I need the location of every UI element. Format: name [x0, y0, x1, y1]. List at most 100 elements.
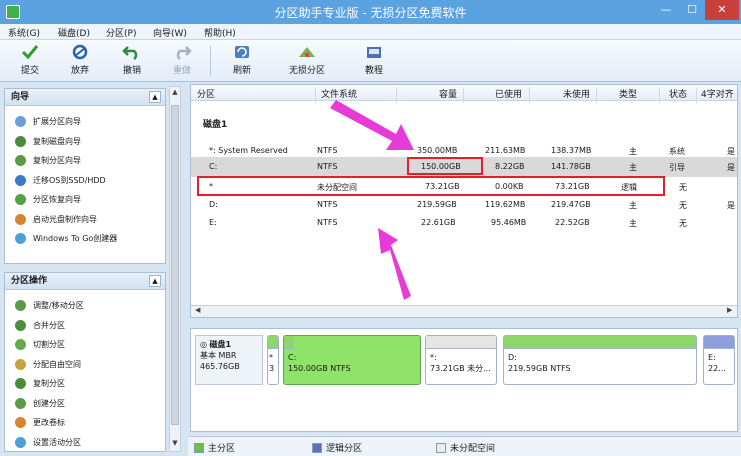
scrollbar-thumb[interactable]	[171, 105, 179, 425]
menu-system[interactable]: 系统(G)	[8, 26, 40, 39]
cell-filesystem: NTFS	[317, 200, 338, 209]
partition-block-e[interactable]: E: 22...	[703, 335, 735, 385]
wizard-panel-header[interactable]: 向导 ▲	[5, 89, 165, 106]
cell-alignment: 是	[727, 147, 735, 156]
window-title: 分区助手专业版 - 无损分区免费软件	[274, 6, 467, 20]
close-button[interactable]: ✕	[705, 0, 739, 20]
operations-panel-header[interactable]: 分区操作 ▲	[5, 273, 165, 290]
wizard-panel-title: 向导	[11, 92, 30, 102]
usage-bar	[504, 336, 696, 349]
col-divider	[463, 87, 464, 103]
menu-partition[interactable]: 分区(P)	[106, 26, 136, 39]
wizard-item-migrate-os[interactable]: 迁移OS到SSD/HDD	[5, 171, 165, 191]
tutorial-button[interactable]: 教程	[352, 43, 396, 79]
op-create-partition[interactable]: 创建分区	[5, 394, 165, 414]
wizard-item-copy-disk[interactable]: 复制磁盘向导	[5, 132, 165, 152]
col-type[interactable]: 类型	[619, 87, 637, 100]
menu-help[interactable]: 帮助(H)	[204, 26, 236, 39]
op-label: 调整/移动分区	[33, 301, 84, 311]
op-copy-partition[interactable]: 复制分区	[5, 374, 165, 394]
partition-icon	[299, 47, 315, 57]
cell-status: 系统	[669, 147, 685, 156]
wizard-item-copy-partition[interactable]: 复制分区向导	[5, 151, 165, 171]
col-filesystem[interactable]: 文件系统	[321, 87, 357, 100]
minimize-button[interactable]: —	[653, 0, 679, 20]
legend-swatch	[194, 442, 204, 453]
col-divider	[596, 87, 597, 103]
cell-capacity: 350.00MB	[417, 146, 458, 155]
cell-filesystem: NTFS	[317, 146, 338, 155]
wizard-item-boot-disc[interactable]: 启动光盘制作向导	[5, 210, 165, 230]
op-resize-move[interactable]: 调整/移动分区	[5, 296, 165, 316]
table-row[interactable]: E: NTFS 22.61GB 95.46MB 22.52GB 主 无	[191, 213, 737, 233]
wizard-panel: 向导 ▲ 扩展分区向导 复制磁盘向导 复制分区向导 迁移OS到SSD/HDD 分…	[4, 88, 166, 264]
menu-wizard[interactable]: 向导(W)	[153, 26, 187, 39]
cell-alignment: 是	[727, 201, 735, 210]
disk-info-card[interactable]: ◎ 磁盘1 基本 MBR 465.76GB	[195, 335, 263, 385]
legend-label: 未分配空间	[450, 444, 496, 454]
op-set-active[interactable]: 设置活动分区	[5, 433, 165, 453]
cell-capacity: 219.59GB	[417, 200, 457, 209]
op-change-label[interactable]: 更改卷标	[5, 413, 165, 433]
cell-alignment: 是	[727, 163, 735, 172]
disk-map: ◎ 磁盘1 基本 MBR 465.76GB * 3 C: 150.00GB NTFS…	[190, 328, 738, 432]
wizard-item-windows-to-go[interactable]: Windows To Go创建器	[5, 229, 165, 249]
discard-button[interactable]: 放弃	[58, 43, 102, 79]
col-used[interactable]: 已使用	[495, 87, 522, 100]
wizard-item-recovery[interactable]: 分区恢复向导	[5, 190, 165, 210]
col-partition[interactable]: 分区	[197, 87, 215, 100]
resize-icon	[15, 300, 26, 312]
partition-block-d[interactable]: D: 219.59GB NTFS	[503, 335, 697, 385]
split-icon	[15, 339, 26, 351]
wizard-item-label: 迁移OS到SSD/HDD	[33, 175, 106, 185]
menu-disk[interactable]: 磁盘(D)	[58, 26, 90, 39]
wizard-item-extend[interactable]: 扩展分区向导	[5, 112, 165, 132]
op-split[interactable]: 切割分区	[5, 335, 165, 355]
cell-type: 主	[629, 147, 637, 156]
collapse-operations-button[interactable]: ▲	[149, 275, 161, 287]
partition-block-unallocated[interactable]: *: 73.21GB 未分...	[425, 335, 497, 385]
undo-button[interactable]: 撤销	[110, 43, 154, 79]
commit-button[interactable]: 提交	[8, 43, 52, 79]
col-alignment[interactable]: 4字对齐	[701, 87, 734, 100]
operations-panel-title: 分区操作	[11, 276, 48, 286]
lossless-partition-button[interactable]: 无损分区	[282, 43, 332, 79]
col-capacity[interactable]: 容量	[439, 87, 457, 100]
op-merge[interactable]: 合并分区	[5, 316, 165, 336]
col-free[interactable]: 未使用	[563, 87, 590, 100]
label-icon	[15, 417, 26, 429]
cell-type: 主	[629, 219, 637, 228]
scroll-left-arrow[interactable]: ◀	[195, 306, 200, 314]
usage-bar	[704, 336, 734, 349]
col-status[interactable]: 状态	[669, 87, 687, 100]
op-allocate-free[interactable]: 分配自由空间	[5, 355, 165, 375]
lossless-partition-label: 无损分区	[288, 66, 325, 76]
copy-icon	[15, 378, 26, 390]
cell-free: 22.52GB	[555, 218, 590, 227]
recovery-icon	[15, 194, 26, 206]
table-row[interactable]: D: NTFS 219.59GB 119.62MB 219.47GB 主 无 是	[191, 195, 737, 215]
legend-swatch	[436, 442, 446, 453]
op-label: 复制分区	[33, 379, 65, 389]
table-horizontal-scrollbar[interactable]: ◀ ▶	[191, 305, 737, 317]
collapse-wizard-button[interactable]: ▲	[149, 91, 161, 103]
status-bar: 主分区 逻辑分区 未分配空间	[188, 436, 741, 456]
sidebar-scrollbar[interactable]: ▲ ▼	[169, 86, 181, 452]
redo-button[interactable]: 重做	[160, 43, 204, 79]
sidebar: 向导 ▲ 扩展分区向导 复制磁盘向导 复制分区向导 迁移OS到SSD/HDD 分…	[4, 86, 184, 452]
redo-label: 重做	[172, 66, 191, 76]
partition-block-c[interactable]: C: 150.00GB NTFS	[283, 335, 421, 385]
scroll-up-arrow[interactable]: ▲	[170, 88, 180, 100]
scroll-down-arrow[interactable]: ▼	[170, 439, 180, 451]
maximize-button[interactable]: ☐	[679, 0, 705, 20]
merge-icon	[15, 319, 26, 331]
operations-panel: 分区操作 ▲ 调整/移动分区 合并分区 切割分区 分配自由空间 复制分区 创建分…	[4, 272, 166, 452]
op-label: 创建分区	[33, 398, 65, 408]
tutorial-icon	[367, 47, 381, 58]
scroll-right-arrow[interactable]: ▶	[727, 306, 732, 314]
partition-block-system[interactable]: * 3	[267, 335, 279, 385]
partition-text: C: 150.00GB NTFS	[288, 353, 351, 373]
tutorial-label: 教程	[364, 66, 383, 76]
redo-icon	[176, 46, 192, 60]
refresh-button[interactable]: 刷新	[220, 43, 264, 79]
